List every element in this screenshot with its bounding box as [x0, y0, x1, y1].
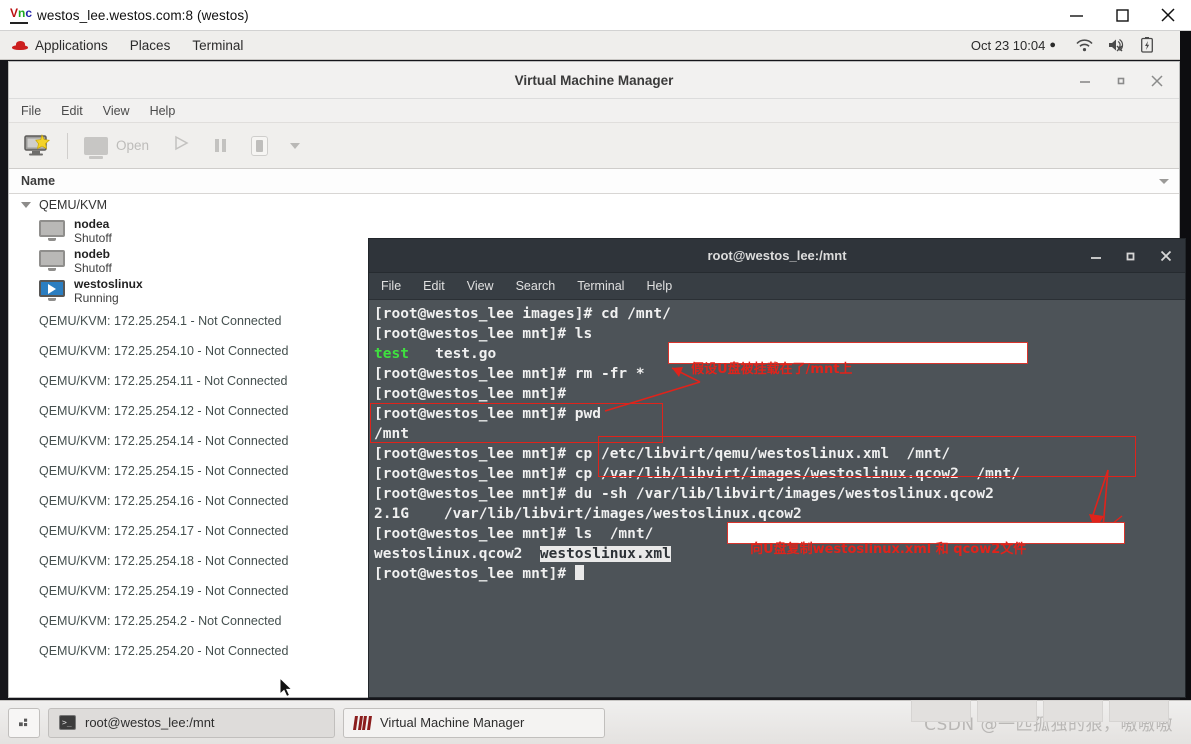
- taskbar-window-terminal-label: root@westos_lee:/mnt: [85, 715, 215, 730]
- screen: Vnc westos_lee.westos.com:8 (westos) App…: [0, 0, 1191, 744]
- watermark-boxes: [905, 700, 1169, 722]
- vm-name: nodea: [74, 216, 110, 231]
- vmm-toolbar: Open: [9, 123, 1179, 169]
- connection-group-qemu-kvm[interactable]: QEMU/KVM: [9, 194, 1179, 216]
- taskbar-window-vmm[interactable]: Virtual Machine Manager: [343, 707, 605, 738]
- vmm-icon: [353, 715, 372, 730]
- mouse-cursor: [279, 676, 293, 698]
- wifi-icon[interactable]: [1076, 38, 1093, 52]
- terminal-menu-terminal[interactable]: Terminal: [577, 279, 624, 293]
- open-icon: [84, 136, 108, 159]
- terminal-line: [root@westos_lee images]# cd /mnt/: [374, 306, 671, 322]
- gnome-top-panel: Applications Places Terminal Oct 23 10:0…: [0, 31, 1180, 60]
- toolbar-separator: [67, 132, 68, 159]
- connection-group-label: QEMU/KVM: [39, 198, 108, 212]
- vnc-logo-icon: Vnc: [10, 6, 32, 24]
- terminal-menubar: File Edit View Search Terminal Help: [369, 273, 1185, 300]
- run-icon[interactable]: [173, 135, 189, 156]
- annotation-copy-note: 向U盘复制westoslinux.xml 和 qcow2文件: [727, 522, 1125, 557]
- vmm-menubar: File Edit View Help: [9, 99, 1179, 123]
- terminal-menu-file[interactable]: File: [381, 279, 401, 293]
- new-vm-icon[interactable]: [23, 133, 53, 159]
- annotation-mount-note: 假设U盘被挂载在了/mnt上: [668, 342, 1028, 377]
- menu-places[interactable]: Places: [130, 38, 171, 53]
- vnc-window-title: westos_lee.westos.com:8 (westos): [37, 7, 249, 23]
- menu-terminal[interactable]: Terminal: [192, 38, 243, 53]
- vmm-titlebar: Virtual Machine Manager: [9, 62, 1179, 99]
- vmm-maximize-button[interactable]: [1103, 62, 1139, 99]
- terminal-cursor: [574, 565, 584, 580]
- terminal-menu-help[interactable]: Help: [646, 279, 672, 293]
- terminal-line: [root@westos_lee mnt]# ls: [374, 326, 593, 342]
- terminal-menu-view[interactable]: View: [467, 279, 494, 293]
- terminal-line: [root@westos_lee mnt]#: [374, 386, 567, 402]
- terminal-menu-edit[interactable]: Edit: [423, 279, 445, 293]
- vnc-maximize-button[interactable]: [1099, 0, 1145, 31]
- vm-name: westoslinux: [74, 276, 143, 291]
- vnc-window-titlebar: Vnc westos_lee.westos.com:8 (westos): [0, 0, 1191, 31]
- vm-state: Shutoff: [74, 260, 112, 275]
- terminal-window-controls: [1078, 239, 1183, 273]
- terminal-maximize-button[interactable]: [1113, 239, 1148, 273]
- terminal-titlebar: root@westos_lee:/mnt: [369, 239, 1185, 273]
- menu-applications[interactable]: Applications: [35, 38, 108, 53]
- vmm-minimize-button[interactable]: [1067, 62, 1103, 99]
- expander-icon[interactable]: [21, 202, 31, 208]
- shutdown-icon[interactable]: [251, 135, 269, 156]
- panel-clock[interactable]: Oct 23 10:04: [971, 38, 1045, 53]
- vmm-column-header[interactable]: Name: [9, 169, 1179, 194]
- vmm-window-controls: [1067, 62, 1175, 99]
- chevron-down-icon[interactable]: [290, 142, 301, 149]
- vmm-menu-edit[interactable]: Edit: [61, 104, 83, 118]
- terminal-line: [root@westos_lee mnt]#: [371, 564, 1185, 584]
- vm-state: Running: [74, 290, 119, 305]
- vnc-window-controls: [1053, 0, 1191, 31]
- volume-muted-icon[interactable]: [1108, 38, 1126, 52]
- panel-status-area: Oct 23 10:04 ●: [971, 37, 1168, 53]
- vm-name: nodeb: [74, 246, 110, 261]
- vm-state: Shutoff: [74, 230, 112, 245]
- vm-screen-icon: [39, 250, 65, 272]
- battery-icon[interactable]: [1141, 37, 1153, 53]
- taskbar-window-vmm-label: Virtual Machine Manager: [380, 715, 525, 730]
- notification-dot-icon: ●: [1049, 39, 1056, 51]
- terminal-window-title: root@westos_lee:/mnt: [707, 248, 847, 263]
- terminal-icon: >_: [59, 715, 76, 730]
- vmm-menu-file[interactable]: File: [21, 104, 41, 118]
- show-desktop-button[interactable]: [8, 707, 40, 738]
- vnc-minimize-button[interactable]: [1053, 0, 1099, 31]
- open-button-label[interactable]: Open: [116, 138, 149, 153]
- pause-icon[interactable]: [215, 139, 229, 152]
- column-header-name: Name: [21, 174, 56, 188]
- taskbar-window-terminal[interactable]: >_ root@westos_lee:/mnt: [48, 707, 335, 738]
- terminal-close-button[interactable]: [1148, 239, 1183, 273]
- terminal-menu-search[interactable]: Search: [516, 279, 556, 293]
- vmm-close-button[interactable]: [1139, 62, 1175, 99]
- terminal-line: 2.1G /var/lib/libvirt/images/westoslinux…: [374, 506, 802, 522]
- highlight-box-cp-commands: [598, 436, 1136, 477]
- vmm-menu-view[interactable]: View: [103, 104, 130, 118]
- column-options-chevron-icon[interactable]: [1159, 178, 1169, 184]
- vnc-close-button[interactable]: [1145, 0, 1191, 31]
- terminal-line: [root@westos_lee mnt]# du -sh /var/lib/l…: [374, 486, 994, 502]
- vm-screen-running-icon: [39, 280, 65, 302]
- vm-screen-icon: [39, 220, 65, 242]
- redhat-icon: [12, 39, 28, 51]
- vmm-window-title: Virtual Machine Manager: [514, 72, 674, 88]
- vmm-menu-help[interactable]: Help: [150, 104, 176, 118]
- terminal-minimize-button[interactable]: [1078, 239, 1113, 273]
